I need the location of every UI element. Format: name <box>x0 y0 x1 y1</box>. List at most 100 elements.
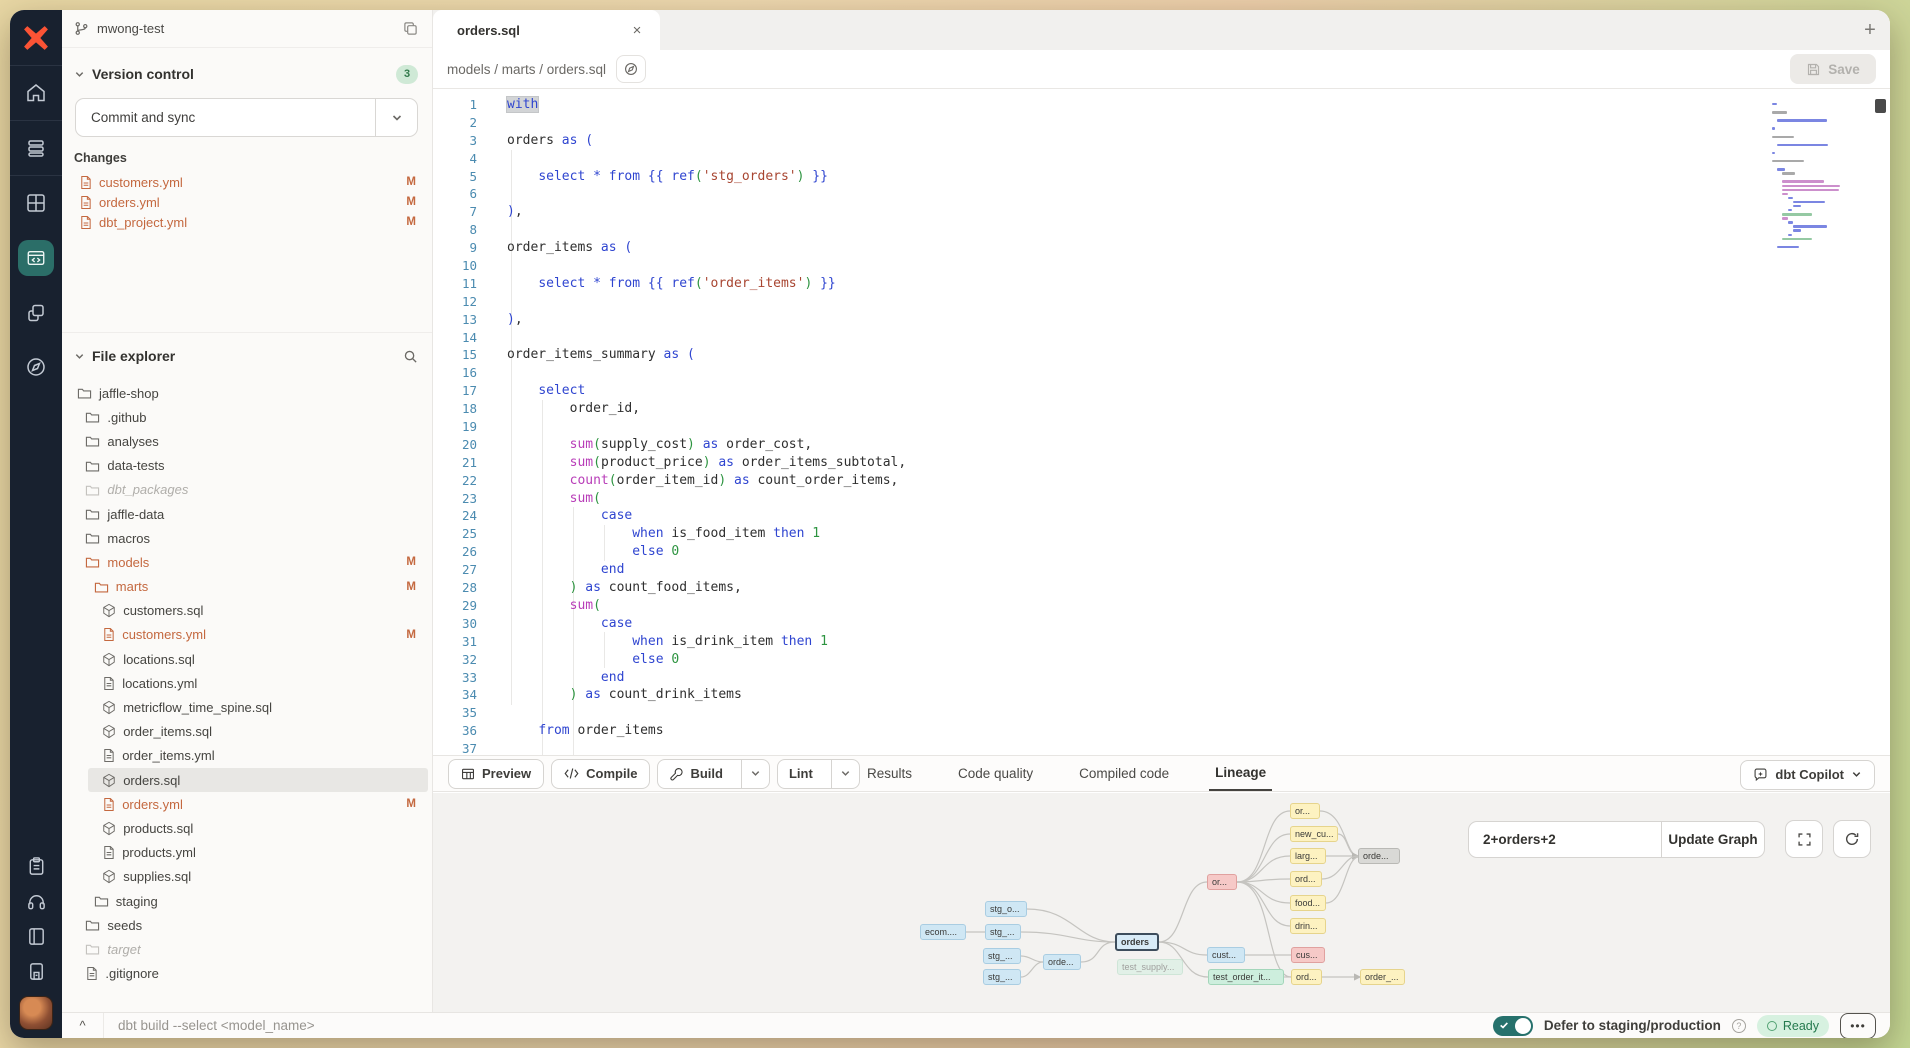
user-avatar[interactable] <box>19 996 53 1030</box>
minimap[interactable] <box>1772 103 1842 254</box>
lineage-selector-input[interactable]: 2+orders+2 <box>1469 822 1661 857</box>
build-button[interactable]: Build <box>657 759 770 789</box>
tree-item-label[interactable]: metricflow_time_spine.sql <box>123 700 272 715</box>
code-line[interactable]: when is_food_item then 1 <box>507 525 1730 543</box>
tree-item-label[interactable]: analyses <box>107 434 158 449</box>
info-icon[interactable]: ? <box>1732 1019 1746 1033</box>
tree-item-label[interactable]: models <box>107 555 149 570</box>
code-line[interactable] <box>507 364 1730 382</box>
defer-toggle[interactable] <box>1493 1016 1533 1036</box>
tree-item-orders-sql[interactable]: orders.sql <box>62 768 432 792</box>
build-label[interactable]: Build <box>690 766 723 781</box>
tree-item-label[interactable]: macros <box>107 531 150 546</box>
save-label[interactable]: Save <box>1828 62 1860 77</box>
lineage-node[interactable]: stg_... <box>983 948 1021 964</box>
open-lineage-icon[interactable] <box>616 55 646 83</box>
tree-item-label[interactable]: order_items.sql <box>123 724 212 739</box>
notebook-icon[interactable] <box>26 961 47 982</box>
lineage-node[interactable]: stg_... <box>983 969 1021 985</box>
dbt-copilot-button[interactable]: dbt Copilot <box>1740 760 1875 790</box>
lineage-node[interactable]: or... <box>1207 874 1237 890</box>
tree-item-macros[interactable]: macros <box>62 526 432 550</box>
changed-file-name[interactable]: orders.yml <box>99 195 160 210</box>
tree-item-label[interactable]: order_items.yml <box>122 748 214 763</box>
dashboard-icon[interactable] <box>10 176 62 230</box>
tree-item-models[interactable]: modelsM <box>62 550 432 574</box>
tree-item-label[interactable]: staging <box>116 894 158 909</box>
tab-orders-sql[interactable]: orders.sql × <box>433 10 660 50</box>
lineage-node[interactable]: drin... <box>1290 918 1326 934</box>
tree-item-analyses[interactable]: analyses <box>62 429 432 453</box>
lineage-node[interactable]: larg... <box>1290 848 1326 864</box>
lineage-node[interactable]: order_... <box>1360 969 1405 985</box>
code-line[interactable]: from order_items <box>507 722 1730 740</box>
code-line[interactable] <box>507 418 1730 436</box>
tree-item-supplies-sql[interactable]: supplies.sql <box>62 865 432 889</box>
project-branch-name[interactable]: mwong-test <box>97 21 164 36</box>
tree-item-label[interactable]: target <box>107 942 140 957</box>
compile-label[interactable]: Compile <box>586 766 637 781</box>
save-button[interactable]: Save <box>1790 54 1876 84</box>
tree-item-label[interactable]: jaffle-data <box>107 507 164 522</box>
code-line[interactable]: end <box>507 561 1730 579</box>
changed-file-row[interactable]: orders.ymlM <box>62 192 432 212</box>
lineage-node[interactable]: test_order_it... <box>1208 969 1284 985</box>
tree-item-label[interactable]: customers.sql <box>123 603 203 618</box>
command-input[interactable]: dbt build --select <model_name> <box>118 1018 315 1033</box>
code-line[interactable] <box>507 257 1730 275</box>
tree-item-customers-sql[interactable]: customers.sql <box>62 599 432 623</box>
code-line[interactable]: sum(supply_cost) as order_cost, <box>507 436 1730 454</box>
code-line[interactable] <box>507 740 1730 755</box>
code-line[interactable] <box>507 293 1730 311</box>
tree-item-label[interactable]: marts <box>116 579 149 594</box>
tree-item-label[interactable]: .github <box>107 410 146 425</box>
lineage-node[interactable]: cust... <box>1207 947 1245 963</box>
code-line[interactable]: sum( <box>507 597 1730 615</box>
code-editor-icon[interactable] <box>10 230 62 286</box>
code-line[interactable]: case <box>507 507 1730 525</box>
tree-item-label[interactable]: orders.yml <box>122 797 183 812</box>
changed-file-name[interactable]: customers.yml <box>99 175 183 190</box>
tree-item-label[interactable]: data-tests <box>107 458 164 473</box>
new-tab-button[interactable]: + <box>1850 19 1890 42</box>
code-editor[interactable]: 1234567891011121314151617181920212223242… <box>433 89 1890 755</box>
tree-item-label[interactable]: orders.sql <box>123 773 180 788</box>
tree-item-products-yml[interactable]: products.yml <box>62 841 432 865</box>
preview-label[interactable]: Preview <box>482 766 531 781</box>
changed-file-row[interactable]: dbt_project.ymlM <box>62 212 432 232</box>
preview-button[interactable]: Preview <box>448 759 544 789</box>
environments-icon[interactable] <box>10 121 62 175</box>
tree-item-dbt-packages[interactable]: dbt_packages <box>62 478 432 502</box>
build-options-chevron[interactable] <box>741 760 769 788</box>
code-line[interactable]: orders as ( <box>507 132 1730 150</box>
tree-item-label[interactable]: locations.yml <box>122 676 197 691</box>
code-line[interactable]: else 0 <box>507 543 1730 561</box>
tree-item-staging[interactable]: staging <box>62 889 432 913</box>
tree-item-order-items-sql[interactable]: order_items.sql <box>62 720 432 744</box>
code-line[interactable]: else 0 <box>507 651 1730 669</box>
chevron-down-icon[interactable] <box>74 69 85 80</box>
tab-code-quality[interactable]: Code quality <box>952 756 1039 791</box>
tree-item-products-sql[interactable]: products.sql <box>62 816 432 840</box>
tree-item-marts[interactable]: martsM <box>62 575 432 599</box>
close-icon[interactable]: × <box>628 22 646 39</box>
tree-item-label[interactable]: customers.yml <box>122 627 206 642</box>
lint-label[interactable]: Lint <box>789 766 813 781</box>
tree-item-label[interactable]: jaffle-shop <box>99 386 159 401</box>
copy-branch-icon[interactable] <box>403 21 418 36</box>
tab-title[interactable]: orders.sql <box>457 23 618 38</box>
tree-item-metricflow-time-spine-sql[interactable]: metricflow_time_spine.sql <box>62 695 432 719</box>
expand-command-bar-caret[interactable]: ^ <box>62 1013 104 1038</box>
lineage-node[interactable]: or... <box>1290 803 1320 819</box>
code-line[interactable]: ), <box>507 203 1730 221</box>
code-line[interactable] <box>507 221 1730 239</box>
code-line[interactable]: ) as count_food_items, <box>507 579 1730 597</box>
tree-item--github[interactable]: .github <box>62 405 432 429</box>
lint-options-chevron[interactable] <box>831 760 859 788</box>
code-line[interactable]: sum(product_price) as order_items_subtot… <box>507 454 1730 472</box>
tree-item-label[interactable]: products.yml <box>122 845 196 860</box>
search-icon[interactable] <box>403 349 418 364</box>
code-line[interactable] <box>507 114 1730 132</box>
fullscreen-icon[interactable] <box>1785 820 1823 858</box>
code-line[interactable] <box>507 150 1730 168</box>
